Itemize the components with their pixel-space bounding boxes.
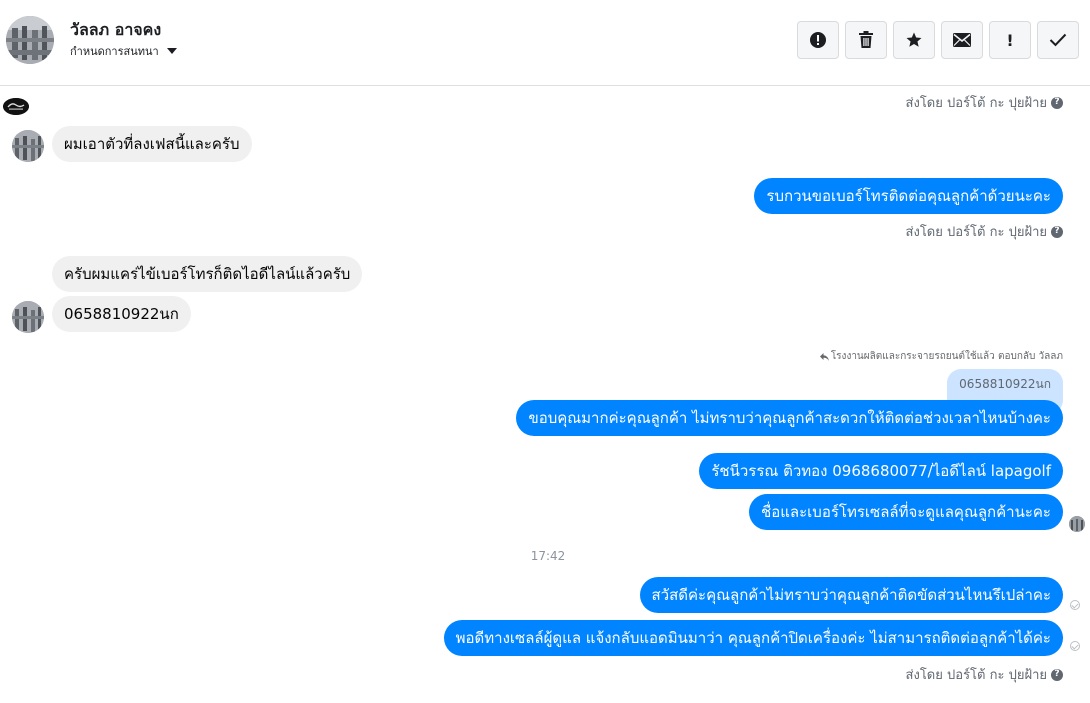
seen-avatar [1069, 516, 1085, 532]
outgoing-message[interactable]: ขอบคุณมากค่ะคุณลูกค้า ไม่ทราบว่าคุณลูกค้… [516, 400, 1063, 436]
contact-avatar[interactable] [6, 16, 54, 64]
delivered-check-icon [1070, 600, 1080, 610]
exclamation-icon: ! [1006, 30, 1014, 50]
help-icon[interactable]: ? [1051, 225, 1063, 238]
outgoing-message[interactable]: รัชนีวรรณ ติวทอง 0968680077/ไอดีไลน์ lap… [699, 453, 1063, 489]
reply-arrow-icon [819, 352, 829, 361]
help-icon[interactable]: ? [1051, 668, 1063, 681]
page-logo [3, 98, 29, 115]
sent-by-label: ส่งโดย ปอร์โต้ กะ ปุยฝ้าย ? [906, 664, 1063, 685]
reply-note: โรงงานผลิตและกระจายรถยนต์ใช้แล้ว ตอบกลับ… [819, 349, 1063, 364]
star-button[interactable] [893, 21, 935, 59]
caret-down-icon [166, 48, 177, 54]
important-button[interactable]: ! [989, 21, 1031, 59]
delete-button[interactable] [845, 21, 887, 59]
star-icon [906, 32, 922, 47]
message-thread: ส่งโดย ปอร์โต้ กะ ปุยฝ้าย ? ผมเอาตัวที่ล… [0, 86, 1090, 703]
trash-icon [859, 31, 873, 48]
outgoing-message[interactable]: พอดีทางเซลล์ผู้ดูแล แจ้งกลับแอดมินมาว่า … [443, 620, 1063, 656]
time-separator: 17:42 [530, 549, 566, 563]
mark-unread-button[interactable] [941, 21, 983, 59]
contact-name[interactable]: วัลลภ อาจคง [70, 18, 161, 43]
conversation-options-dropdown[interactable]: กำหนดการสนทนา [70, 42, 177, 60]
alert-button[interactable] [797, 21, 839, 59]
delivered-check-icon [1070, 641, 1080, 651]
contact-small-avatar[interactable] [12, 301, 44, 333]
reply-note-text: โรงงานผลิตและกระจายรถยนต์ใช้แล้ว ตอบกลับ… [830, 351, 1063, 362]
conversation-header: วัลลภ อาจคง กำหนดการสนทนา ! [0, 0, 1090, 86]
done-button[interactable] [1037, 21, 1079, 59]
outgoing-message[interactable]: รบกวนขอเบอร์โทรติดต่อคุณลูกค้าด้วยนะคะ [754, 178, 1063, 214]
incoming-message[interactable]: ผมเอาตัวที่ลงเฟสนี้และครับ [52, 126, 252, 162]
conversation-toolbar: ! [797, 21, 1079, 59]
envelope-icon [953, 33, 971, 47]
incoming-message[interactable]: 0658810922นก [52, 296, 191, 332]
help-icon[interactable]: ? [1051, 96, 1063, 109]
conversation-options-label: กำหนดการสนทนา [70, 45, 159, 58]
sent-by-text: ส่งโดย ปอร์โต้ กะ ปุยฝ้าย [905, 225, 1047, 240]
sent-by-text: ส่งโดย ปอร์โต้ กะ ปุยฝ้าย [905, 96, 1047, 111]
incoming-message[interactable]: ครับผมแคร่ไข้เบอร์โทรก็ติดไอดีไลน์แล้วคร… [52, 256, 363, 292]
sent-by-text: ส่งโดย ปอร์โต้ กะ ปุยฝ้าย [905, 668, 1047, 683]
check-icon [1049, 33, 1067, 47]
sent-by-label: ส่งโดย ปอร์โต้ กะ ปุยฝ้าย ? [906, 92, 1063, 113]
sent-by-label: ส่งโดย ปอร์โต้ กะ ปุยฝ้าย ? [906, 221, 1063, 242]
outgoing-message[interactable]: สวัสดีค่ะคุณลูกค้าไม่ทราบว่าคุณลูกค้าติด… [639, 577, 1063, 613]
contact-small-avatar[interactable] [12, 130, 44, 162]
alert-circle-icon [810, 32, 826, 48]
outgoing-message[interactable]: ชื่อและเบอร์โทรเซลล์ที่จะดูแลคุณลูกค้านะ… [749, 494, 1063, 530]
